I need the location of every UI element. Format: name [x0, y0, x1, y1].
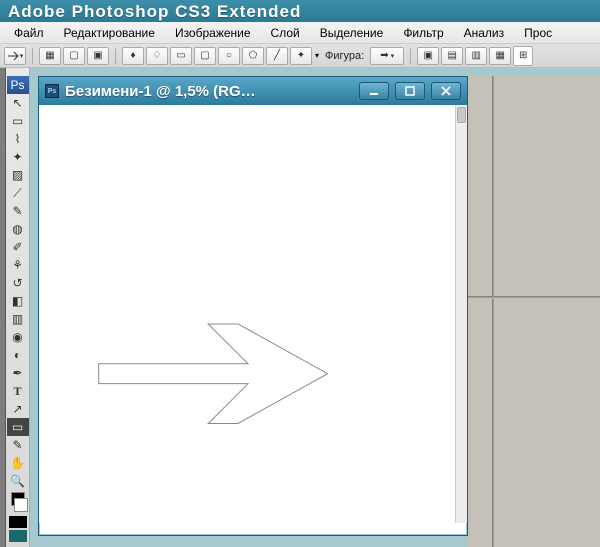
shape-label: Фигура: — [325, 50, 364, 62]
move-tool[interactable]: ↖ — [7, 94, 29, 112]
pen-tool-mode[interactable]: ♦ — [122, 47, 144, 65]
arrow-vector-shape — [39, 105, 455, 523]
document-canvas[interactable] — [39, 105, 455, 523]
hand-tool[interactable]: ✋ — [7, 454, 29, 472]
pen-tool[interactable]: ✒ — [7, 364, 29, 382]
rectangle-shape[interactable]: ▭ — [170, 47, 192, 65]
paths-mode[interactable]: ▢ — [63, 47, 85, 65]
minimize-button[interactable] — [359, 82, 389, 100]
polygon-shape[interactable]: ⬠ — [242, 47, 264, 65]
freeform-pen-mode[interactable]: ♢ — [146, 47, 168, 65]
shape-layers-mode[interactable]: ▦ — [39, 47, 61, 65]
quickmask-standard[interactable] — [9, 516, 27, 528]
menu-bar: Файл Редактирование Изображение Слой Выд… — [0, 22, 600, 44]
arrow-shape-icon: ➡ — [380, 50, 388, 61]
maximize-button[interactable] — [395, 82, 425, 100]
zoom-tool[interactable]: 🔍 — [7, 472, 29, 490]
tool-preset-picker[interactable]: ▾ — [4, 47, 26, 65]
menu-view[interactable]: Прос — [514, 24, 562, 41]
background-color-swatch[interactable] — [14, 498, 28, 512]
separator — [32, 48, 33, 64]
healing-tool[interactable]: ◍ — [7, 220, 29, 238]
menu-analysis[interactable]: Анализ — [454, 24, 515, 41]
menu-select[interactable]: Выделение — [310, 24, 394, 41]
combine-subtract[interactable]: ▤ — [441, 47, 463, 65]
path-selection-tool[interactable]: ↗ — [7, 400, 29, 418]
brush-tool[interactable]: ✐ — [7, 238, 29, 256]
slice-tool[interactable]: ⟋ — [7, 184, 29, 202]
vertical-scrollbar[interactable] — [455, 105, 467, 523]
menu-filter[interactable]: Фильтр — [393, 24, 453, 41]
toolbox: Ps ↖ ▭ ⌇ ✦ ▨ ⟋ ✎ ◍ ✐ ⚘ ↺ ◧ ▥ ◉ ◐ ✒ T ↗ ▭… — [6, 68, 30, 547]
fill-pixels-mode[interactable]: ▣ — [87, 47, 109, 65]
document-window: Безимени-1 @ 1,5% (RG… — [38, 76, 468, 536]
combine-intersect[interactable]: ▥ — [465, 47, 487, 65]
blur-tool[interactable]: ◉ — [7, 328, 29, 346]
quickmask-mask[interactable] — [9, 530, 27, 542]
menu-file[interactable]: Файл — [4, 24, 54, 41]
ps-logo-icon[interactable]: Ps — [7, 76, 29, 94]
menu-image[interactable]: Изображение — [165, 24, 261, 41]
type-tool[interactable]: T — [7, 382, 29, 400]
separator — [410, 48, 411, 64]
document-title: Безимени-1 @ 1,5% (RG… — [65, 83, 353, 100]
ps-file-icon — [45, 84, 59, 98]
close-button[interactable] — [431, 82, 461, 100]
options-bar: ▾ ▦ ▢ ▣ ♦ ♢ ▭ ▢ ○ ⬠ ╱ ✦ ▾ Фигура: ➡ ▾ ▣ … — [0, 44, 600, 68]
combine-exclude[interactable]: ▦ — [489, 47, 511, 65]
menu-edit[interactable]: Редактирование — [54, 24, 165, 41]
marquee-tool[interactable]: ▭ — [7, 112, 29, 130]
shape-tool[interactable]: ▭ — [7, 418, 29, 436]
eraser-tool[interactable]: ◧ — [7, 292, 29, 310]
document-titlebar[interactable]: Безимени-1 @ 1,5% (RG… — [39, 77, 467, 105]
menu-layer[interactable]: Слой — [261, 24, 310, 41]
app-title-text: Adobe Photoshop CS3 Extended — [8, 2, 301, 21]
gradient-tool[interactable]: ▥ — [7, 310, 29, 328]
notes-tool[interactable]: ✎ — [7, 436, 29, 454]
combine-add[interactable]: ▣ — [417, 47, 439, 65]
dodge-tool[interactable]: ◐ — [7, 346, 29, 364]
lasso-tool[interactable]: ⌇ — [7, 130, 29, 148]
line-shape[interactable]: ╱ — [266, 47, 288, 65]
shape-options-arrow[interactable]: ▾ — [315, 51, 319, 60]
eyedropper-tool[interactable]: ✎ — [7, 202, 29, 220]
background-photo — [468, 76, 600, 547]
wand-tool[interactable]: ✦ — [7, 148, 29, 166]
canvas-area: Безимени-1 @ 1,5% (RG… — [30, 68, 600, 547]
geometry-options[interactable]: ⊞ — [513, 46, 533, 66]
app-title-bar: Adobe Photoshop CS3 Extended — [0, 0, 600, 22]
stamp-tool[interactable]: ⚘ — [7, 256, 29, 274]
shape-picker[interactable]: ➡ ▾ — [370, 47, 404, 65]
separator — [115, 48, 116, 64]
history-brush-tool[interactable]: ↺ — [7, 274, 29, 292]
ellipse-shape[interactable]: ○ — [218, 47, 240, 65]
workspace: Ps ↖ ▭ ⌇ ✦ ▨ ⟋ ✎ ◍ ✐ ⚘ ↺ ◧ ▥ ◉ ◐ ✒ T ↗ ▭… — [0, 68, 600, 547]
crop-tool[interactable]: ▨ — [7, 166, 29, 184]
rounded-rect-shape[interactable]: ▢ — [194, 47, 216, 65]
custom-shape[interactable]: ✦ — [290, 47, 312, 65]
